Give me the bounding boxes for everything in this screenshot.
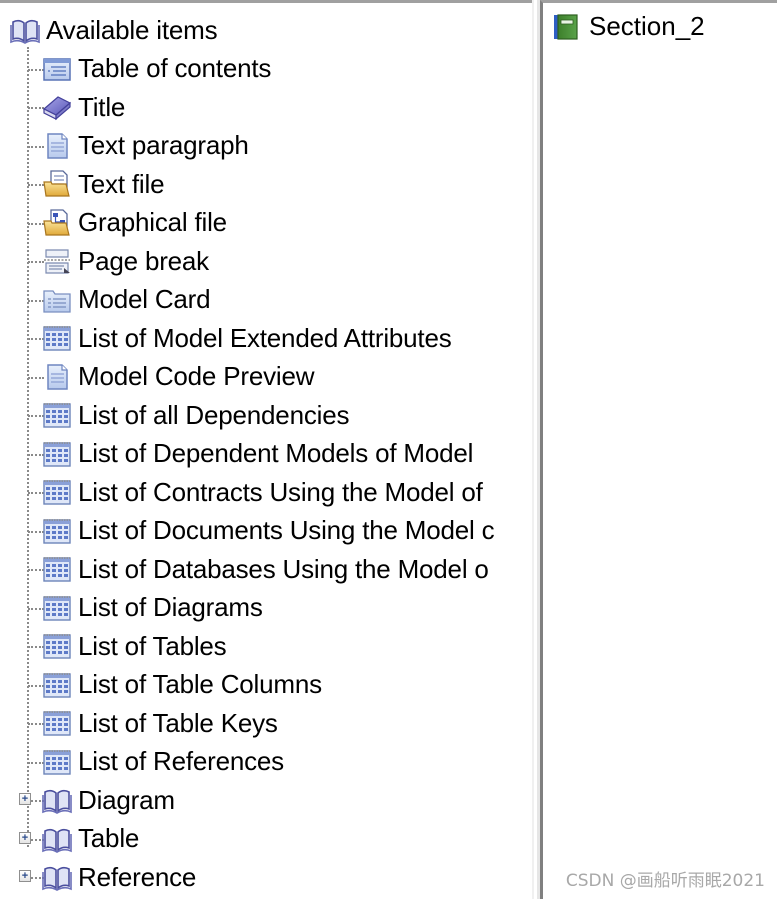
list-grid-icon <box>42 440 72 468</box>
tree-item-list-of-databases[interactable]: List of Databases Using the Model o <box>0 550 532 589</box>
tree-item-label: Text file <box>78 168 165 199</box>
tree-item-label: List of all Dependencies <box>78 399 350 430</box>
document-icon <box>42 363 72 391</box>
tree-item-model-code-preview[interactable]: Model Code Preview <box>0 358 532 397</box>
pane-splitter[interactable] <box>532 0 540 899</box>
tree-item-list-of-tables[interactable]: List of Tables <box>0 627 532 666</box>
tree-item-label: List of Table Keys <box>78 707 278 738</box>
expand-button[interactable]: + <box>19 831 31 844</box>
list-grid-icon <box>42 632 72 660</box>
tree-item-label: List of Table Columns <box>78 669 322 700</box>
tree-item-label: Page break <box>78 245 209 276</box>
list-grid-icon <box>42 401 72 429</box>
tree-item-list-of-documents[interactable]: List of Documents Using the Model c <box>0 512 532 551</box>
watermark: CSDN @画船听雨眠2021 <box>565 871 765 891</box>
tree-item-list-of-table-keys[interactable]: List of Table Keys <box>0 704 532 743</box>
document-icon <box>42 132 72 160</box>
tree-item-list-of-references[interactable]: List of References <box>0 743 532 782</box>
tree-group-label: Reference <box>78 861 197 892</box>
selected-items-panel: Section_2 <box>540 0 777 899</box>
tree-item-label: Graphical file <box>78 207 227 238</box>
tree-item-label: List of References <box>78 746 284 777</box>
tree-item-label: List of Dependent Models of Model <box>78 438 474 469</box>
list-grid-icon <box>42 671 72 699</box>
tree-item-text-paragraph[interactable]: Text paragraph <box>0 127 532 166</box>
open-book-icon <box>10 16 40 44</box>
tree-item-table-of-contents[interactable]: Table of contents <box>0 50 532 89</box>
title-book-icon <box>42 93 72 121</box>
tree-group-label: Table <box>78 823 140 854</box>
text-file-folder-icon <box>42 170 72 198</box>
tree-item-label: Model Card <box>78 284 211 315</box>
table-of-contents-icon <box>42 55 72 83</box>
list-grid-icon <box>42 478 72 506</box>
page-break-icon <box>42 247 72 275</box>
tree-item-model-card[interactable]: Model Card <box>0 281 532 320</box>
list-grid-icon <box>42 748 72 776</box>
list-grid-icon <box>42 555 72 583</box>
tree-item-label: List of Databases Using the Model o <box>78 553 489 584</box>
list-grid-icon <box>42 594 72 622</box>
open-book-icon <box>42 786 72 814</box>
open-book-icon <box>42 825 72 853</box>
tree-item-label: List of Documents Using the Model c <box>78 515 495 546</box>
available-items-tree: Available items Table of contents Title … <box>0 11 532 897</box>
tree-item-list-of-all-dependencies[interactable]: List of all Dependencies <box>0 396 532 435</box>
tree-group-diagram[interactable]: + Diagram <box>0 781 532 820</box>
tree-item-page-break[interactable]: Page break <box>0 242 532 281</box>
tree-item-section-2[interactable]: Section_2 <box>551 11 705 42</box>
expand-button[interactable]: + <box>19 870 31 883</box>
tree-item-graphical-file[interactable]: Graphical file <box>0 204 532 243</box>
tree-item-list-of-contracts[interactable]: List of Contracts Using the Model of <box>0 473 532 512</box>
tree-item-list-of-model-extended-attributes[interactable]: List of Model Extended Attributes <box>0 319 532 358</box>
tree-item-label: List of Diagrams <box>78 592 263 623</box>
graphical-file-folder-icon <box>42 209 72 237</box>
card-folder-icon <box>42 286 72 314</box>
tree-item-label: Text paragraph <box>78 130 249 161</box>
tree-group-label: Diagram <box>78 784 175 815</box>
tree-item-label: List of Tables <box>78 630 227 661</box>
tree-item-label: List of Contracts Using the Model of <box>78 476 483 507</box>
section-label: Section_2 <box>589 11 705 41</box>
tree-item-label: Model Code Preview <box>78 361 315 392</box>
list-grid-icon <box>42 324 72 352</box>
tree-group-table[interactable]: + Table <box>0 820 532 859</box>
tree-item-label: Title <box>78 91 126 122</box>
tree-group-reference[interactable]: + Reference <box>0 858 532 897</box>
tree-item-list-of-diagrams[interactable]: List of Diagrams <box>0 589 532 628</box>
tree-item-label: List of Model Extended Attributes <box>78 322 452 353</box>
available-items-panel: Available items Table of contents Title … <box>0 0 532 899</box>
tree-item-text-file[interactable]: Text file <box>0 165 532 204</box>
tree-root-label: Available items <box>46 14 218 45</box>
tree-item-list-of-dependent-models[interactable]: List of Dependent Models of Model <box>0 435 532 474</box>
list-grid-icon <box>42 517 72 545</box>
tree-item-title[interactable]: Title <box>0 88 532 127</box>
tree-root-available-items[interactable]: Available items <box>0 11 532 50</box>
tree-item-list-of-table-columns[interactable]: List of Table Columns <box>0 666 532 705</box>
section-book-icon <box>551 13 581 41</box>
list-grid-icon <box>42 709 72 737</box>
open-book-icon <box>42 863 72 891</box>
expand-button[interactable]: + <box>19 793 31 806</box>
tree-item-label: Table of contents <box>78 53 272 84</box>
